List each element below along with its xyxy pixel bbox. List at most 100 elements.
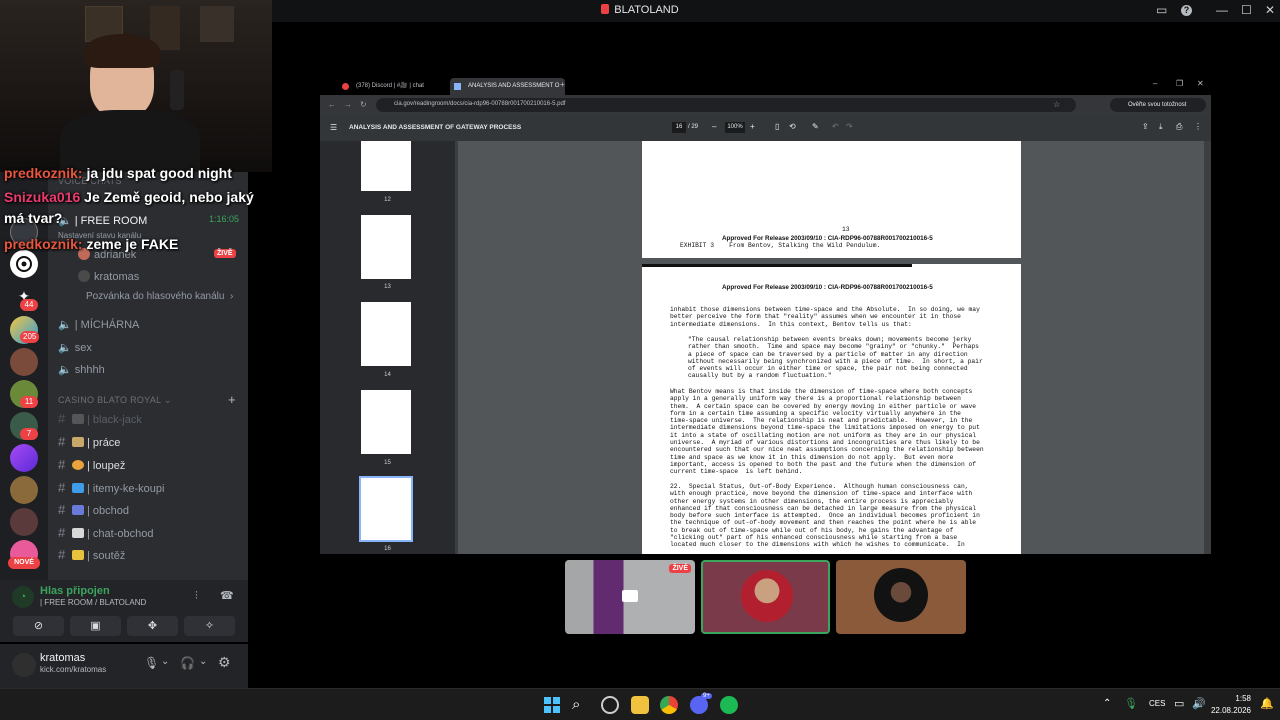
network-icon[interactable]: ▭	[1174, 697, 1184, 710]
zoom-in-button[interactable]: +	[750, 122, 755, 131]
maximize-button[interactable]: ❐	[1176, 79, 1183, 88]
soundboard-button[interactable]: ✧	[184, 616, 235, 636]
obs-icon[interactable]	[601, 696, 619, 714]
reload-icon[interactable]: ↻	[360, 100, 367, 109]
participant-tile[interactable]	[701, 560, 830, 634]
participant-tile[interactable]	[836, 560, 966, 634]
microphone-icon[interactable]: 🎙	[144, 656, 159, 670]
chat-message: má tvar?	[4, 210, 63, 226]
url-field[interactable]: cia.gov/readingroom/docs/cia-rdp96-00788…	[376, 98, 1076, 112]
live-badge: ŽIVĚ	[669, 564, 691, 573]
page-thumbnail[interactable]	[361, 390, 411, 454]
server-chatgpt[interactable]	[10, 250, 38, 278]
chevron-up-icon[interactable]: ⌃	[1103, 698, 1111, 709]
username[interactable]: kratomas	[40, 652, 85, 664]
tab-analysis[interactable]: ANALYSIS AND ASSESSMENT O	[450, 78, 565, 95]
tab-discord[interactable]: (378) Discord | #🎥 | chat	[338, 78, 448, 95]
bookmark-star-icon[interactable]: ☆	[1053, 100, 1060, 109]
page-input[interactable]: 16	[672, 122, 686, 133]
voice-channel-sex[interactable]: 🔈 sex	[58, 341, 243, 361]
sidebar-divider[interactable]	[455, 141, 458, 554]
page-thumbnail-selected[interactable]	[359, 476, 413, 542]
screen-share-button[interactable]: ▣	[70, 616, 121, 636]
help-icon[interactable]: ?	[1181, 5, 1192, 16]
server-avatar[interactable]	[10, 476, 38, 504]
activities-button[interactable]: ✥	[127, 616, 178, 636]
text-channel-obchod[interactable]: # | obchod	[58, 502, 243, 522]
save-icon[interactable]: ⇪	[1142, 122, 1149, 131]
text-channel-loupez[interactable]: # | loupež	[58, 457, 243, 477]
avatar[interactable]	[12, 653, 36, 677]
category-casino[interactable]: CASINO BLATO ROYAL ⌄ +	[58, 392, 236, 407]
zoom-input[interactable]: 100%	[725, 122, 745, 133]
voice-channel-path[interactable]: | FREE ROOM / BLATOLAND	[40, 598, 146, 607]
minimize-button[interactable]: —	[1216, 3, 1228, 17]
server-avatar[interactable]	[10, 348, 38, 376]
menu-icon[interactable]: ☰	[330, 123, 337, 132]
start-icon[interactable]	[543, 696, 561, 714]
back-icon[interactable]: ←	[328, 100, 336, 109]
signal-icon[interactable]: ◔	[12, 586, 34, 608]
new-tab-button[interactable]: +	[560, 80, 565, 89]
server-avatar[interactable]	[10, 508, 38, 536]
voice-channel-shhhh[interactable]: 🔈 shhhh	[58, 363, 243, 383]
verify-identity-button[interactable]: Ověřte svou totožnost	[1110, 98, 1206, 112]
chrome-icon[interactable]	[660, 696, 678, 714]
page-thumbnail[interactable]	[361, 215, 411, 279]
thumbnail-number: 15	[384, 460, 391, 466]
inbox-icon[interactable]: ▭	[1156, 3, 1167, 17]
text-channel-itemy[interactable]: # | itemy-ke-koupi	[58, 480, 243, 500]
zoom-out-button[interactable]: –	[712, 122, 716, 131]
fit-page-icon[interactable]: ▯	[775, 122, 779, 131]
page-number: 13	[842, 226, 850, 233]
scrollbar[interactable]	[1204, 141, 1211, 554]
maximize-button[interactable]: ☐	[1241, 3, 1252, 17]
clock-date[interactable]: 22.08.2026	[1203, 706, 1251, 715]
rotate-icon[interactable]: ⟲	[789, 122, 796, 131]
headphones-icon[interactable]: 🎧	[180, 656, 195, 670]
page-thumbnail[interactable]	[361, 141, 411, 191]
text-channel-soutez[interactable]: # | soutěž	[58, 547, 243, 567]
chevron-down-icon[interactable]: ⌄	[161, 656, 169, 667]
chevron-down-icon[interactable]: ⌄	[199, 656, 207, 667]
invite-voice[interactable]: Pozvánka do hlasového kanálu ›	[86, 291, 271, 311]
close-button[interactable]: ✕	[1265, 3, 1275, 17]
streamer-hair	[84, 34, 160, 68]
download-icon[interactable]: ⤓	[1159, 122, 1163, 132]
voice-member[interactable]: kratomas	[78, 270, 263, 290]
page-thumbnail[interactable]	[361, 302, 411, 366]
server-avatar[interactable]	[10, 444, 38, 472]
more-icon[interactable]: ⋮	[1194, 122, 1202, 131]
redo-icon[interactable]: ↷	[846, 122, 853, 131]
voice-channel-michárna[interactable]: 🔈 | MÍCHÁRNA	[58, 318, 243, 338]
microphone-icon[interactable]: 🎙	[1124, 697, 1138, 710]
thumbnail-sidebar: 12 13 14 15 16	[320, 141, 455, 554]
camera-off-button[interactable]: ⊘	[13, 616, 64, 636]
settings-gear-icon[interactable]: ⚙	[218, 654, 231, 671]
text-channel-prace[interactable]: # | práce	[58, 434, 243, 454]
undo-icon[interactable]: ↶	[832, 122, 839, 131]
text-channel-chat-obchod[interactable]: # | chat-obchod	[58, 525, 243, 545]
voice-status[interactable]: Hlas připojen	[40, 585, 110, 597]
emoji-icon	[72, 460, 84, 470]
annotate-icon[interactable]: ✎	[812, 122, 819, 131]
forward-icon[interactable]: →	[344, 100, 352, 109]
disconnect-icon[interactable]: ☎	[220, 589, 234, 602]
server-badge: 7	[20, 428, 38, 440]
search-icon[interactable]: ⌕	[572, 696, 590, 714]
spotify-icon[interactable]	[720, 696, 738, 714]
print-icon[interactable]: ⎙	[1176, 122, 1182, 132]
webcam-overlay	[0, 0, 272, 172]
language-indicator[interactable]: CES	[1149, 699, 1165, 708]
clock-time[interactable]: 1:58	[1203, 694, 1251, 703]
noise-suppression-icon[interactable]: ⫶	[195, 590, 198, 603]
add-channel-icon[interactable]: +	[228, 392, 236, 407]
minimize-button[interactable]: –	[1153, 79, 1157, 88]
release-stamp: Approved For Release 2003/09/10 : CIA-RD…	[722, 284, 933, 291]
notification-icon[interactable]: 🔔	[1260, 697, 1274, 710]
text-channel-black-jack[interactable]: # | black-jack	[58, 411, 243, 431]
voice-timer: 1:16:05	[208, 214, 239, 224]
close-button[interactable]: ✕	[1197, 79, 1204, 88]
stream-tile[interactable]: ŽIVĚ	[565, 560, 695, 634]
file-explorer-icon[interactable]	[631, 696, 649, 714]
